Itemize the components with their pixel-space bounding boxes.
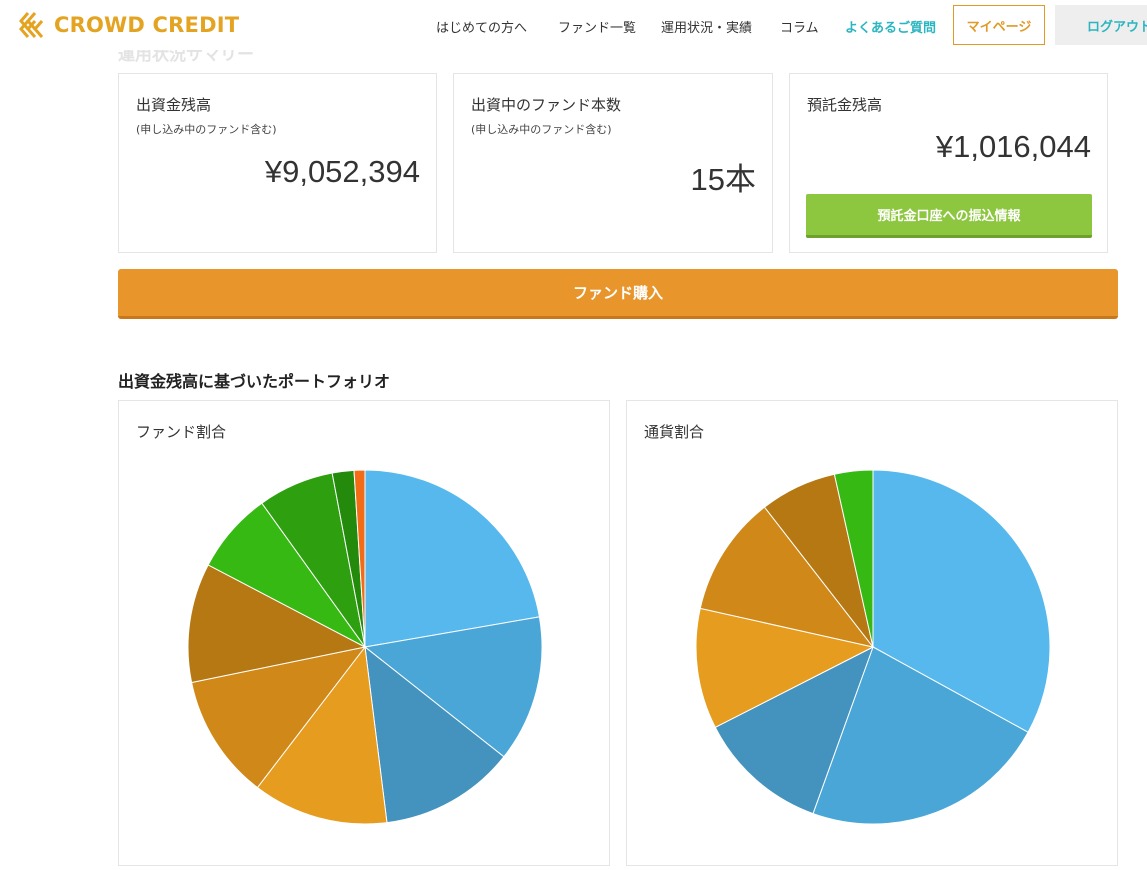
- fund-ratio-chart-card: ファンド割合: [118, 400, 610, 866]
- balance-card: 出資金残高 (申し込み中のファンド含む) ¥9,052,394: [118, 73, 437, 253]
- deposit-card: 預託金残高 ¥1,016,044 預託金口座への振込情報: [789, 73, 1108, 253]
- nav-column[interactable]: コラム: [780, 17, 819, 36]
- fund-count-subtitle: (申し込み中のファンド含む): [471, 123, 612, 136]
- fund-count-title: 出資中のファンド本数: [471, 96, 622, 114]
- logo[interactable]: CROWD CREDIT: [18, 9, 239, 41]
- balance-title: 出資金残高: [136, 96, 212, 114]
- nav-faq[interactable]: よくあるご質問: [845, 17, 936, 36]
- balance-subtitle: (申し込み中のファンド含む): [136, 123, 277, 136]
- fund-ratio-slice-0[interactable]: [364, 469, 540, 648]
- nav-fund-list[interactable]: ファンド一覧: [558, 17, 636, 36]
- fund-count-value: 15本: [690, 162, 756, 197]
- nav-beginners[interactable]: はじめての方へ: [436, 17, 527, 36]
- site-header: CROWD CREDIT はじめての方へ ファンド一覧 運用状況・実績 コラム …: [0, 0, 1147, 50]
- deposit-transfer-info-button[interactable]: 預託金口座への振込情報: [806, 194, 1092, 238]
- currency-ratio-pie-chart: [695, 469, 1051, 825]
- fund-count-card: 出資中のファンド本数 (申し込み中のファンド含む) 15本: [453, 73, 773, 253]
- logo-text: CROWD CREDIT: [54, 13, 240, 37]
- currency-ratio-chart-card: 通貨割合: [626, 400, 1118, 866]
- fund-ratio-pie-chart: [187, 469, 543, 825]
- deposit-title: 預託金残高: [807, 96, 883, 114]
- logout-button[interactable]: ログアウト: [1055, 5, 1147, 45]
- logo-chevrons-icon: [19, 12, 44, 38]
- balance-value: ¥9,052,394: [264, 154, 420, 189]
- deposit-value: ¥1,016,044: [935, 129, 1091, 164]
- nav-performance[interactable]: 運用状況・実績: [661, 17, 752, 36]
- mypage-button[interactable]: マイページ: [953, 5, 1045, 45]
- fund-purchase-button[interactable]: ファンド購入: [118, 269, 1118, 319]
- portfolio-title: 出資金残高に基づいたポートフォリオ: [118, 372, 391, 391]
